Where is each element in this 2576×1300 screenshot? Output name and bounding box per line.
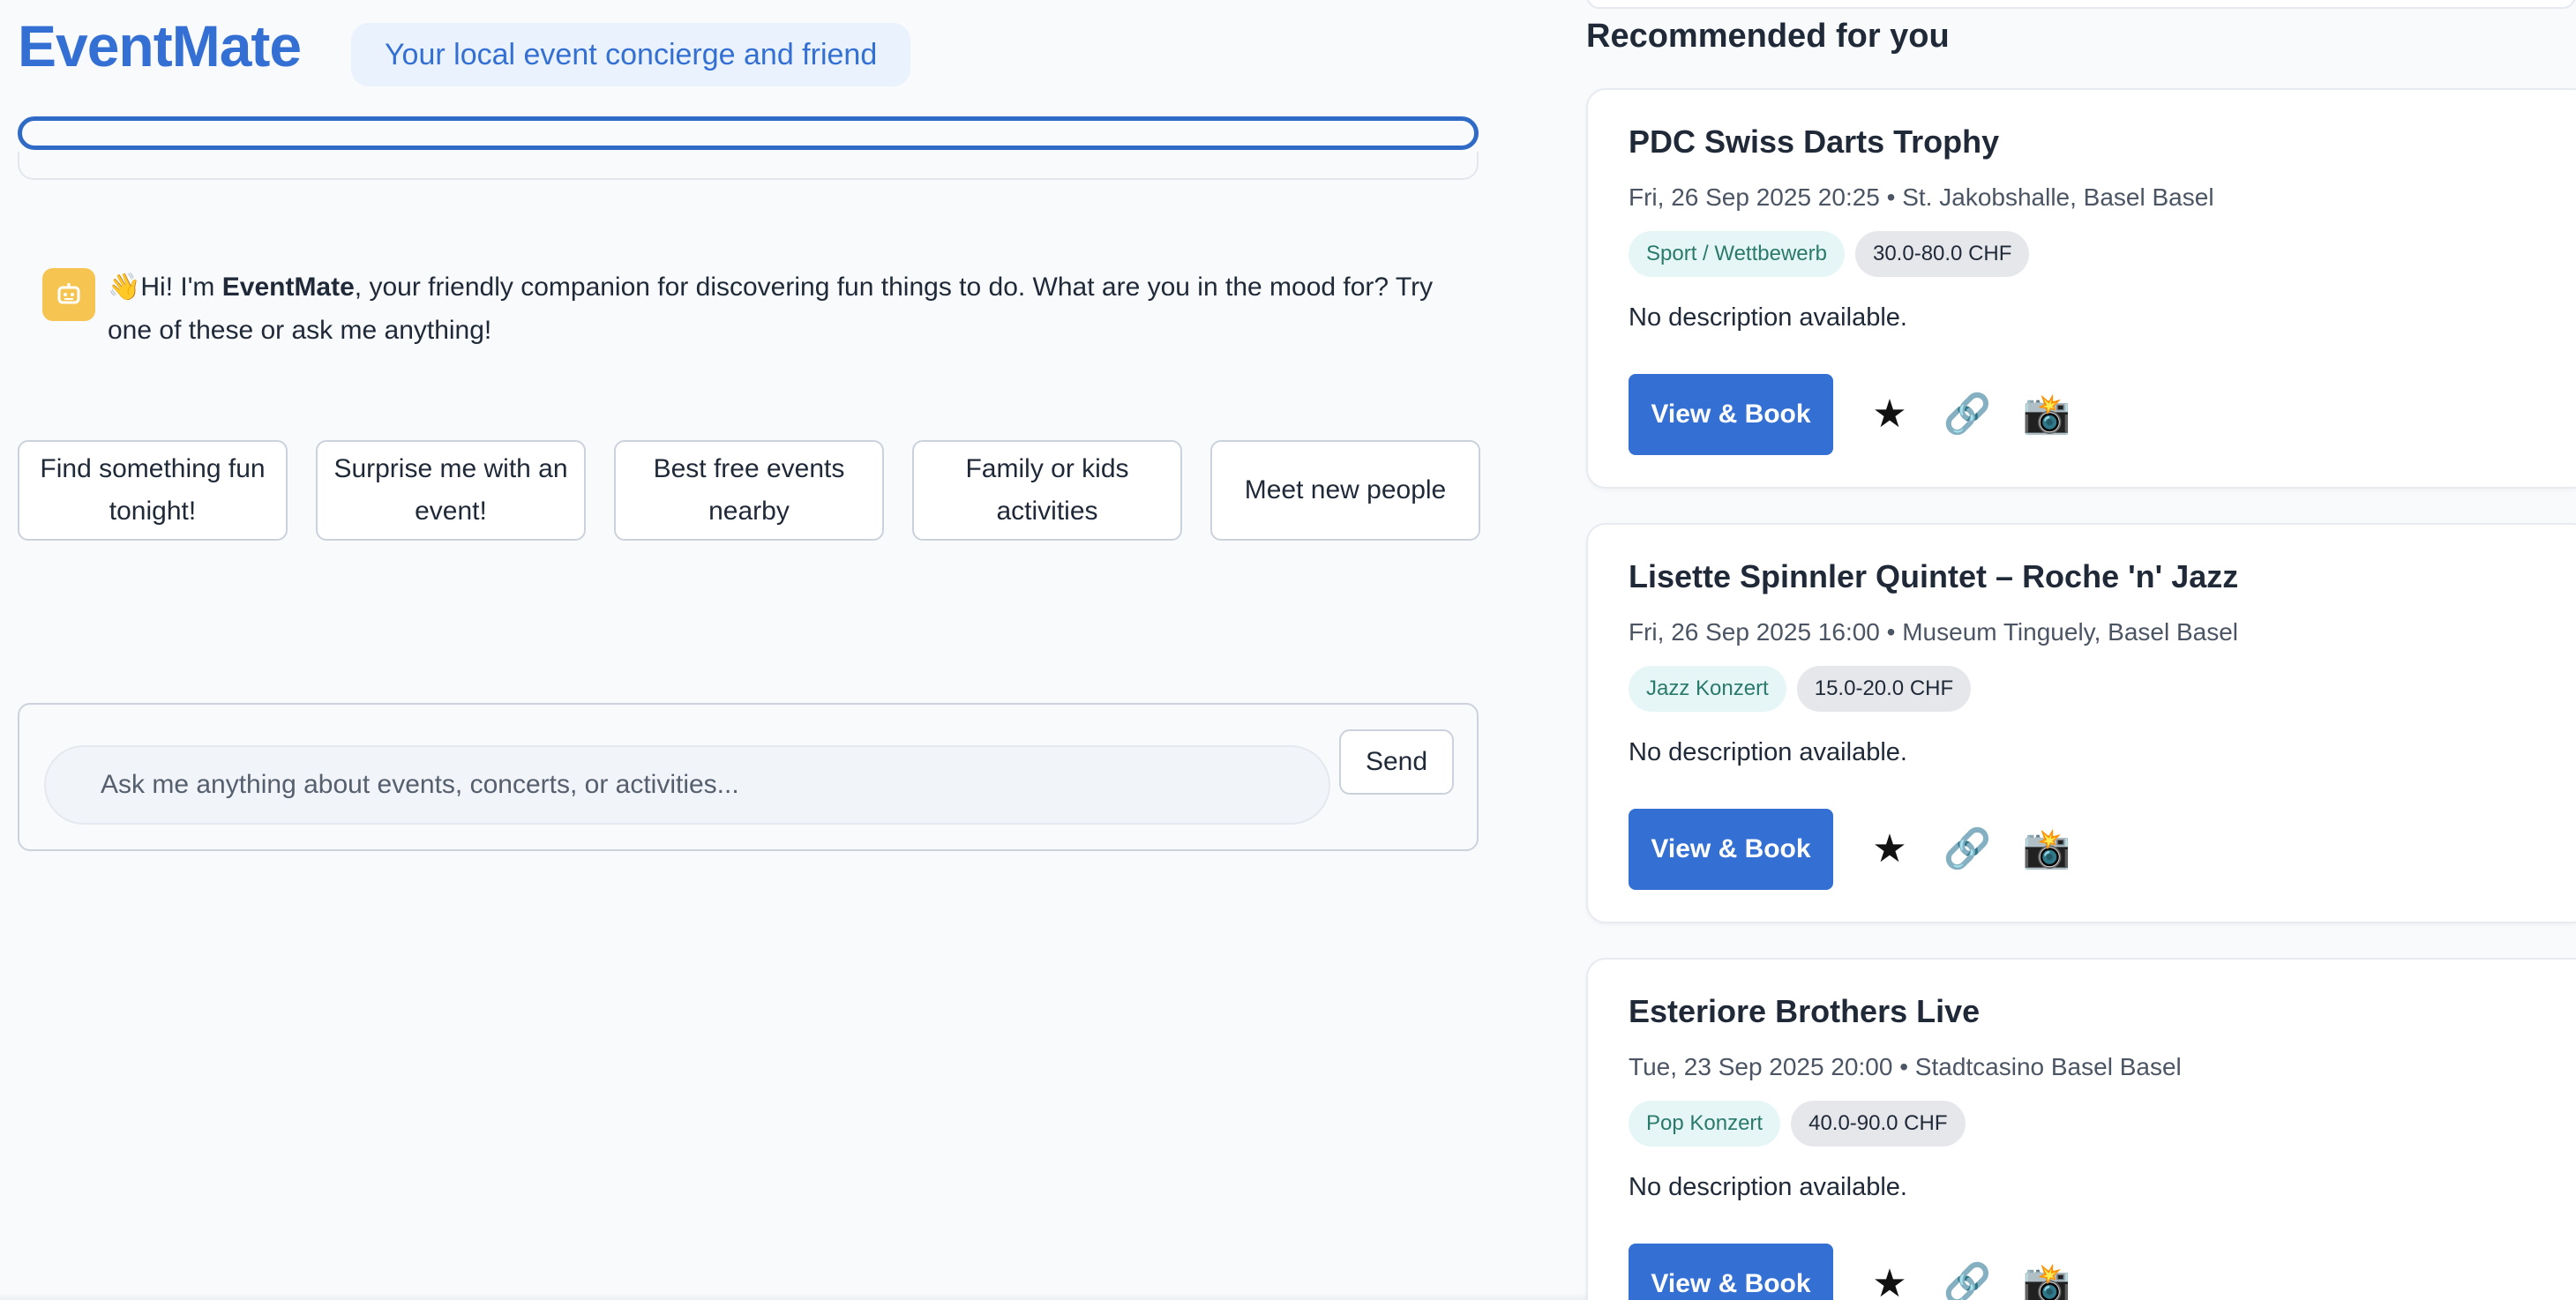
link-icon[interactable]: 🔗 <box>1943 1258 1992 1300</box>
view-book-button[interactable]: View & Book <box>1629 374 1833 455</box>
event-description: No description available. <box>1629 738 1907 766</box>
category-badge: Sport / Wettbewerb <box>1629 231 1845 277</box>
star-icon[interactable]: ★ <box>1865 388 1914 441</box>
event-description: No description available. <box>1629 1173 1907 1201</box>
bot-message: 👋Hi! I'm EventMate, your friendly compan… <box>42 268 1471 352</box>
chat-panel: EventMate Your local event concierge and… <box>0 0 1491 1300</box>
suggestion-chip[interactable]: Family or kids activities <box>912 440 1182 541</box>
camera-icon[interactable]: 📸 <box>2022 388 2071 441</box>
brand-logo: EventMate <box>18 13 302 78</box>
camera-icon[interactable]: 📸 <box>2022 823 2071 876</box>
footer-shadow <box>0 1293 1586 1300</box>
event-tags: Pop Konzert 40.0-90.0 CHF <box>1629 1101 1966 1147</box>
send-button[interactable]: Send <box>1339 729 1454 795</box>
greeting-name: EventMate <box>221 273 355 302</box>
event-meta: Fri, 26 Sep 2025 20:25 • St. Jakobshalle… <box>1629 183 2214 211</box>
recommendations-panel: Recommended for you PDC Swiss Darts Trop… <box>1586 0 2576 1300</box>
event-title: PDC Swiss Darts Trophy <box>1629 123 2000 160</box>
star-icon[interactable]: ★ <box>1865 823 1914 876</box>
event-card: Lisette Spinnler Quintet – Roche 'n' Jaz… <box>1586 523 2576 923</box>
brand-tagline: Your local event concierge and friend <box>351 23 911 86</box>
recommendations-heading: Recommended for you <box>1586 18 1950 55</box>
suggestion-chip[interactable]: Meet new people <box>1210 440 1480 541</box>
link-icon[interactable]: 🔗 <box>1943 388 1992 441</box>
waving-hand-icon: 👋 <box>108 273 141 302</box>
event-description: No description available. <box>1629 303 1907 332</box>
robot-icon <box>42 268 95 321</box>
price-badge: 15.0-20.0 CHF <box>1796 666 1972 712</box>
event-meta: Tue, 23 Sep 2025 20:00 • Stadtcasino Bas… <box>1629 1053 2182 1080</box>
chat-input[interactable]: Ask me anything about events, concerts, … <box>44 745 1330 825</box>
chat-progress-track <box>18 152 1479 180</box>
event-card: PDC Swiss Darts Trophy Fri, 26 Sep 2025 … <box>1586 88 2576 489</box>
message-composer: Ask me anything about events, concerts, … <box>18 703 1479 851</box>
view-book-button[interactable]: View & Book <box>1629 1244 1833 1300</box>
event-card: Esteriore Brothers Live Tue, 23 Sep 2025… <box>1586 958 2576 1300</box>
app-root: EventMate Your local event concierge and… <box>0 0 2576 1300</box>
event-tags: Jazz Konzert 15.0-20.0 CHF <box>1629 666 1972 712</box>
suggestion-chip[interactable]: Surprise me with an event! <box>316 440 586 541</box>
price-badge: 40.0-90.0 CHF <box>1791 1101 1966 1147</box>
star-icon[interactable]: ★ <box>1865 1258 1914 1300</box>
category-badge: Jazz Konzert <box>1629 666 1786 712</box>
chat-progress-bar <box>18 116 1479 150</box>
event-title: Lisette Spinnler Quintet – Roche 'n' Jaz… <box>1629 558 2239 594</box>
suggestion-chip[interactable]: Best free events nearby <box>614 440 884 541</box>
link-icon[interactable]: 🔗 <box>1943 823 1992 876</box>
event-tags: Sport / Wettbewerb 30.0-80.0 CHF <box>1629 231 2030 277</box>
event-title: Esteriore Brothers Live <box>1629 993 1981 1029</box>
price-badge: 30.0-80.0 CHF <box>1854 231 2030 277</box>
view-book-button[interactable]: View & Book <box>1629 809 1833 890</box>
event-meta: Fri, 26 Sep 2025 16:00 • Museum Tinguely… <box>1629 618 2239 646</box>
panel-top-edge <box>1586 0 2576 9</box>
camera-icon[interactable]: 📸 <box>2022 1258 2071 1300</box>
suggestion-chips: Find something fun tonight! Surprise me … <box>18 440 1480 541</box>
category-badge: Pop Konzert <box>1629 1101 1781 1147</box>
suggestion-chip[interactable]: Find something fun tonight! <box>18 440 288 541</box>
greeting-prefix: Hi! I'm <box>140 273 222 302</box>
bot-message-text: 👋Hi! I'm EventMate, your friendly compan… <box>108 265 1471 352</box>
